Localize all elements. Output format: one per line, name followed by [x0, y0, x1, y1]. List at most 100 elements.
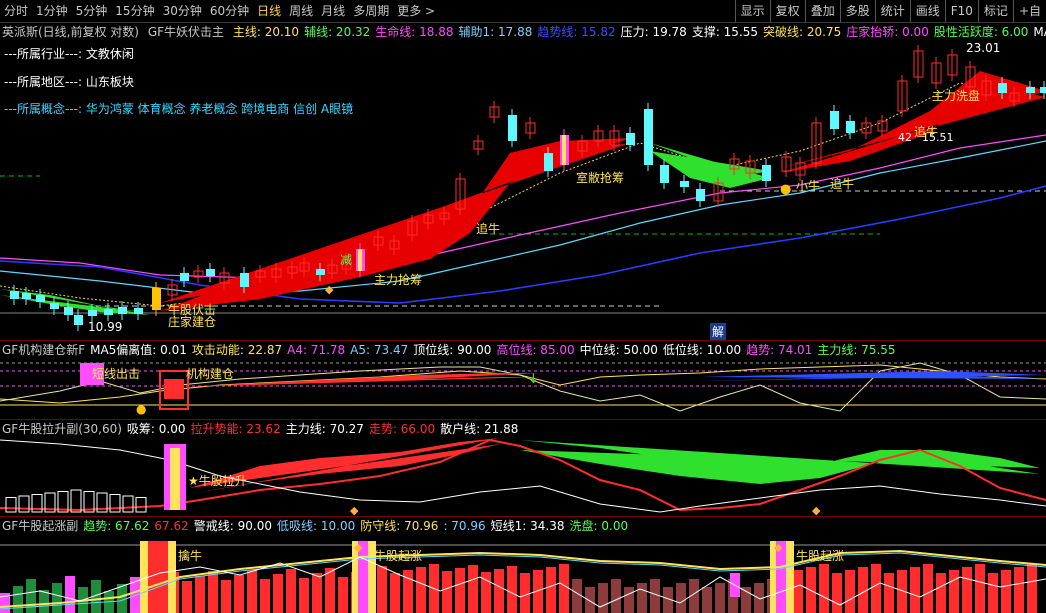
indicator-value: 中位线: 50.00: [579, 343, 658, 357]
candle: [1026, 87, 1035, 93]
indicator-value: A4: 71.78: [287, 343, 346, 357]
main-chart-canvas[interactable]: ◆●: [0, 23, 1046, 340]
period-tab[interactable]: 更多 >: [393, 0, 439, 22]
toolbar-button[interactable]: F10: [944, 0, 978, 22]
candle: [206, 269, 215, 276]
toolbar-button[interactable]: 统计: [874, 0, 910, 22]
indicator-value: 辅助1: 17.88: [458, 25, 533, 39]
candle: [1040, 87, 1046, 93]
candle: [696, 189, 705, 201]
bull-rise-panel[interactable]: ◆ ◆ GF牛股起涨副 趋势: 67.62 67.62 警戒线: 90.00 低吸线: 1…: [0, 517, 1046, 613]
period-tab[interactable]: 1分钟: [32, 0, 72, 22]
ma-blue-line: [0, 185, 1046, 304]
unlock-label[interactable]: 解: [710, 323, 727, 340]
indicator-value: MA10: [1033, 25, 1046, 39]
bull-rally-header: GF牛股拉升副(30,60) 吸筹: 0.00 拉升势能: 23.62 主力线: 70…: [2, 420, 523, 438]
moneybag-icon: ●: [780, 182, 791, 197]
indicator-value: 警戒线: 90.00: [193, 519, 272, 533]
toolbar-button[interactable]: 画线: [909, 0, 945, 22]
trend-line: [0, 362, 1046, 412]
period-tab[interactable]: 5分钟: [72, 0, 112, 22]
indicator-value: 生命线: 18.88: [375, 25, 454, 39]
signal-zhuiniu-2: 追牛: [830, 177, 855, 191]
candle: [134, 308, 143, 314]
indicator-value: 主线: 20.10: [232, 25, 300, 39]
indicator-name[interactable]: GF牛妖伏击主: [148, 25, 224, 39]
level-label-42: 42: [898, 131, 912, 144]
rise-bar: [299, 578, 309, 613]
indicator-value: 防守线: 70.96: [360, 519, 439, 533]
rise-bar: [416, 567, 426, 613]
signal-bar: [358, 249, 362, 271]
indicator-value: 短线1: 34.38: [490, 519, 565, 533]
rise-bar: [390, 573, 400, 613]
rise-bar: [273, 574, 283, 613]
toolbar-button[interactable]: +自: [1012, 0, 1046, 22]
signal-jigou: 机构建仓: [186, 367, 235, 381]
bull-rally-panel[interactable]: ◆ ◆ GF牛股拉升副(30,60) 吸筹: 0.00 拉升势能: 23.62 主力线:…: [0, 420, 1046, 516]
period-tab[interactable]: 分时: [0, 0, 32, 22]
main-chart-panel[interactable]: ◆ ● 英派斯(日线,前复权 对数) GF牛妖伏击主 主线: 20.10 辅线: 2…: [0, 23, 1046, 340]
indicator-value: GF牛股拉升副(30,60): [2, 422, 122, 436]
rise-bar: [884, 573, 894, 613]
rise-bar: [962, 567, 972, 613]
period-toolbar: 分时 1分钟 5分钟 15分钟 30分钟 60分钟 日线 周线 月线 多周期 更多 > 显示 复权 叠加…: [0, 0, 1046, 23]
period-tab[interactable]: 周线: [285, 0, 317, 22]
rise-bar: [585, 587, 595, 613]
period-tabs: 分时 1分钟 5分钟 15分钟 30分钟 60分钟 日线 周线 月线 多周期 更多 >: [0, 0, 735, 22]
institution-build-panel[interactable]: ↓ ● GF机构建仓新F MA5偏离值: 0.01 攻击动能: 22.87 A4: 71…: [0, 341, 1046, 419]
rise-bar: [936, 573, 946, 613]
period-tab[interactable]: 日线: [253, 0, 285, 22]
green-ribbon: [520, 440, 1040, 484]
rise-bar: [455, 568, 465, 613]
rise-bar: [546, 567, 556, 613]
indicator-value: 趋势: 74.01: [746, 343, 813, 357]
signal-jian: 减: [340, 253, 353, 267]
rise-bar: [1014, 567, 1024, 613]
signal-qianfu: 牛股伏击: [168, 303, 217, 317]
indicator-value: 支撑: 15.55: [691, 25, 759, 39]
period-tab[interactable]: 30分钟: [159, 0, 206, 22]
indicator-value: 压力: 19.78: [620, 25, 687, 39]
toolbar-button[interactable]: 复权: [769, 0, 805, 22]
rise-bar: [1001, 570, 1011, 613]
moneybag-icon: ●: [136, 402, 146, 416]
toolbar-button[interactable]: 标记: [977, 0, 1013, 22]
rise-bar: [520, 573, 530, 613]
region-info: ---所属地区---: 山东板块: [4, 75, 134, 89]
accumulation-bar: [122, 495, 134, 513]
indicator-value: 辅线: 20.32: [304, 25, 371, 39]
rise-bar: [949, 570, 959, 613]
rise-bar: [247, 570, 257, 613]
rise-bar: [598, 583, 608, 613]
signal-bar: [170, 448, 180, 510]
indicator-value: MA5偏离值: 0.01: [90, 343, 187, 357]
stock-name: 英派斯(日线,前复权 对数): [2, 25, 139, 39]
rise-bar: [65, 576, 75, 613]
period-tab[interactable]: 月线: [317, 0, 349, 22]
accumulation-bar: [135, 497, 147, 513]
period-tab[interactable]: 60分钟: [206, 0, 253, 22]
rise-bar: [208, 571, 218, 613]
diamond-icon: ◆: [774, 541, 783, 554]
rise-bar: [13, 586, 23, 613]
period-tab[interactable]: 多周期: [349, 0, 393, 22]
indicator-value: 主力线: 75.55: [817, 343, 896, 357]
candle: [88, 310, 97, 316]
toolbar-button[interactable]: 多股: [839, 0, 875, 22]
signal-bar: [164, 379, 184, 399]
rise-bar: [377, 566, 387, 613]
signal-bar: [148, 541, 168, 613]
toolbar-button[interactable]: 叠加: [804, 0, 840, 22]
candle: [830, 111, 839, 129]
diamond-icon: ◆: [350, 504, 359, 516]
period-tab[interactable]: 15分钟: [111, 0, 158, 22]
function-buttons: 显示 复权 叠加 多股 统计 画线 F10 标记 +自: [734, 0, 1046, 22]
rise-bar: [611, 579, 621, 613]
rise-bar: [325, 568, 335, 613]
toolbar-button[interactable]: 显示: [734, 0, 770, 22]
indicator-value: 股性活跃度: 6.00: [933, 25, 1029, 39]
indicator-value: 67.62: [154, 519, 189, 533]
candle: [762, 165, 771, 181]
indicator-value: 低位线: 10.00: [662, 343, 742, 357]
